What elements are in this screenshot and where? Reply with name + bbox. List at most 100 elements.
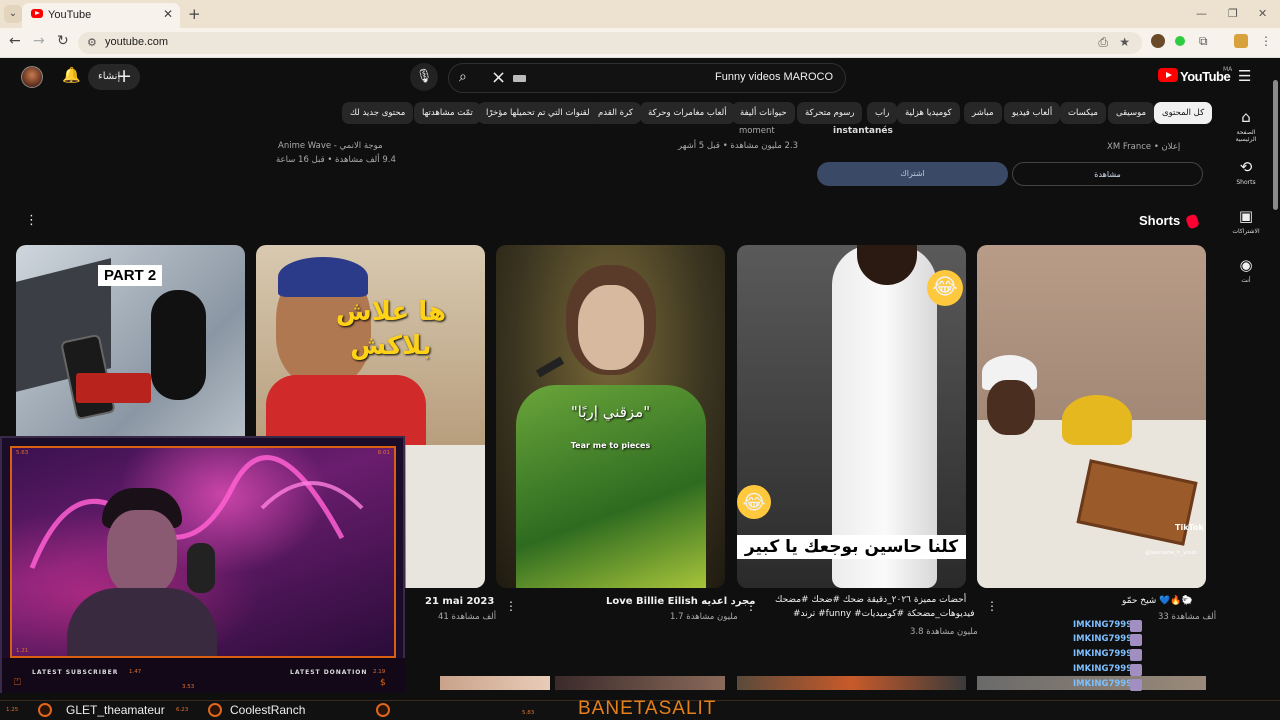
guide-home[interactable]: ⌂ الصفحة الرئيسية bbox=[1226, 108, 1266, 143]
guide-menu-icon[interactable]: ☰ bbox=[1238, 67, 1251, 85]
cam-stat: 1.47 bbox=[129, 669, 142, 675]
short-title[interactable]: 21 mai 2023 bbox=[425, 596, 494, 607]
chat-badge-icon bbox=[1130, 634, 1142, 646]
short-more-menu-icon[interactable]: ⋮ bbox=[505, 599, 517, 613]
short-views: 1.7 مليون مشاهدة bbox=[670, 612, 738, 622]
site-info-icon[interactable]: ⚙ bbox=[87, 36, 97, 49]
short-thumbnail[interactable]: TikTok @lakmane_h_youb bbox=[977, 245, 1206, 588]
new-tab-icon[interactable]: + bbox=[188, 5, 201, 23]
short-more-menu-icon[interactable]: ⋮ bbox=[745, 599, 757, 613]
chat-username: IMKING7999 bbox=[1073, 679, 1133, 689]
short-title[interactable]: أحضات مميزة ٢٠٢٦_دقيقة ضحك #ضحك #مضحك bbox=[775, 595, 966, 605]
streamer-person bbox=[67, 488, 217, 656]
short-thumbnail[interactable]: 😂 😂 كلنا حاسين بوجعك يا كبير bbox=[737, 245, 966, 588]
cam-stat: 5.63 bbox=[16, 450, 29, 456]
guide-you[interactable]: ◉ أنت bbox=[1226, 256, 1266, 284]
short-overlay-text: "مزقني إربًا" bbox=[570, 403, 651, 421]
video-title[interactable]: moment bbox=[739, 126, 775, 136]
guide-home-label: الصفحة الرئيسية bbox=[1235, 129, 1257, 143]
short-thumbnail[interactable] bbox=[440, 676, 550, 690]
tab-close-icon[interactable]: ✕ bbox=[163, 7, 173, 21]
search-input[interactable]: ⌕ × Funny videos MAROCO bbox=[448, 63, 846, 93]
chip-all[interactable]: كل المحتوى bbox=[1154, 102, 1213, 124]
voice-search-mic-icon[interactable]: 🎙 bbox=[410, 63, 438, 91]
back-icon[interactable]: ← bbox=[9, 33, 21, 49]
address-bar[interactable]: ⚙ youtube.com ⎙ ★ bbox=[78, 32, 1142, 54]
chip-new-for-you[interactable]: محتوى جديد لك bbox=[342, 102, 414, 124]
account-avatar[interactable] bbox=[21, 66, 43, 88]
chat-username: IMKING7999 bbox=[1073, 664, 1133, 674]
window-close-icon[interactable]: ✕ bbox=[1258, 7, 1267, 20]
create-label: إنشاء bbox=[98, 71, 121, 82]
reload-icon[interactable]: ↻ bbox=[57, 33, 69, 49]
browser-tab[interactable]: YouTube ✕ bbox=[22, 3, 180, 28]
ticker-subscriber-name: GLET_theamateur bbox=[66, 703, 165, 717]
maximize-icon[interactable]: ❐ bbox=[1228, 7, 1238, 20]
short-title[interactable]: شيخ حمّو 💙🔥🐑 bbox=[1122, 596, 1193, 606]
tiktok-handle: @lakmane_h_youb bbox=[1145, 550, 1197, 556]
video-channel[interactable]: موجة الانمي - Anime Wave bbox=[278, 141, 383, 151]
ticker-coin-icon bbox=[38, 703, 52, 717]
webcam-overlay: 5.63 8.01 1.21 LATEST SUBSCRIBER 1.47 LA… bbox=[0, 436, 405, 693]
minimize-icon[interactable]: — bbox=[1196, 7, 1207, 20]
browser-menu-icon[interactable]: ⋮ bbox=[1260, 34, 1272, 48]
chip-football[interactable]: كرة القدم bbox=[590, 102, 641, 124]
extensions-puzzle-icon[interactable]: ⧉ bbox=[1199, 34, 1208, 49]
create-button[interactable]: + إنشاء bbox=[88, 64, 140, 90]
webcam-footer: LATEST SUBSCRIBER 1.47 LATEST DONATION 2… bbox=[2, 658, 405, 693]
short-views: 3.8 مليون مشاهدة bbox=[910, 627, 978, 637]
chip-animation[interactable]: رسوم متحركة bbox=[797, 102, 863, 124]
chat-badge-icon bbox=[1130, 620, 1142, 632]
short-thumbnail[interactable] bbox=[737, 676, 966, 690]
short-views: 41 ألف مشاهدة bbox=[438, 612, 497, 622]
ticker-stat: 6.23 bbox=[176, 707, 189, 713]
chip-pets[interactable]: حيوانات أليفة bbox=[732, 102, 795, 124]
channel-banner-text: BANETASALIT bbox=[578, 698, 717, 719]
shorts-more-menu-icon[interactable]: ⋮ bbox=[25, 213, 38, 228]
tab-search-icon[interactable]: ⌄ bbox=[4, 5, 22, 23]
notifications-bell-icon[interactable]: 🔔 bbox=[62, 66, 81, 84]
video-stats: 9.4 ألف مشاهدة • قبل 16 ساعة bbox=[276, 155, 396, 165]
chip-live[interactable]: مباشر bbox=[964, 102, 1002, 124]
short-views: 33 ألف مشاهدة bbox=[1158, 612, 1217, 622]
cam-stat: 3.53 bbox=[182, 684, 195, 690]
short-thumbnail[interactable] bbox=[555, 676, 725, 690]
subscribe-button[interactable]: اشتراك bbox=[817, 162, 1008, 186]
youtube-logo-icon[interactable] bbox=[1158, 68, 1178, 82]
chip-rap[interactable]: راب bbox=[867, 102, 898, 124]
chip-comedy[interactable]: كوميديا هزلية bbox=[897, 102, 960, 124]
short-more-menu-icon[interactable]: ⋮ bbox=[986, 599, 998, 613]
bookmark-star-icon[interactable]: ★ bbox=[1119, 35, 1130, 49]
profile-icon[interactable] bbox=[1234, 34, 1248, 48]
chip-watched[interactable]: تمّت مشاهدتها bbox=[414, 102, 481, 124]
shorts-icon: ⟲ bbox=[1239, 158, 1253, 176]
extension-icon[interactable] bbox=[1151, 34, 1165, 48]
chat-username: IMKING7999 bbox=[1073, 649, 1133, 659]
search-icon[interactable]: ⌕ bbox=[459, 69, 467, 85]
short-title[interactable]: Love Billie Eilish مجرد اعديه bbox=[606, 596, 755, 607]
donation-icon: $ bbox=[380, 678, 386, 688]
guide-you-label: أنت bbox=[1241, 277, 1251, 284]
chip-action-games[interactable]: ألعاب مغامرات وحركة bbox=[640, 102, 735, 124]
short-thumbnail[interactable]: "مزقني إربًا" Tear me to pieces bbox=[496, 245, 725, 588]
guide-shorts[interactable]: ⟲ Shorts bbox=[1226, 158, 1266, 186]
chip-mixes[interactable]: ميكسات bbox=[1060, 102, 1106, 124]
clear-search-icon[interactable]: × bbox=[491, 67, 506, 88]
chip-video-games[interactable]: ألعاب فيديو bbox=[1004, 102, 1061, 124]
extension-green-icon[interactable] bbox=[1175, 36, 1185, 46]
keyboard-icon[interactable] bbox=[513, 75, 526, 82]
short-overlay-text: PART 2 bbox=[98, 265, 163, 286]
chat-username: IMKING7999 bbox=[1073, 620, 1133, 630]
ticker-donor-name: CoolestRanch bbox=[230, 703, 306, 717]
ticker-coin-icon bbox=[208, 703, 222, 717]
guide-subscriptions[interactable]: ▣ الاشتراكات bbox=[1226, 207, 1266, 235]
scrollbar-thumb[interactable] bbox=[1273, 80, 1278, 210]
watch-button[interactable]: مشاهدة bbox=[1012, 162, 1203, 186]
cam-stat: 1.21 bbox=[16, 648, 29, 654]
forward-icon[interactable]: → bbox=[33, 33, 45, 49]
chip-recently-uploaded[interactable]: القنوات التي تم تحميلها مؤخرًا bbox=[478, 102, 600, 124]
short-title-line2: #ترند #funny #فيديوهات_مضحكة #كوميديات bbox=[793, 609, 975, 619]
install-app-icon[interactable]: ⎙ bbox=[1098, 35, 1108, 50]
chip-music[interactable]: موسيقى bbox=[1108, 102, 1155, 124]
ad-title[interactable]: instantanés bbox=[833, 126, 893, 136]
